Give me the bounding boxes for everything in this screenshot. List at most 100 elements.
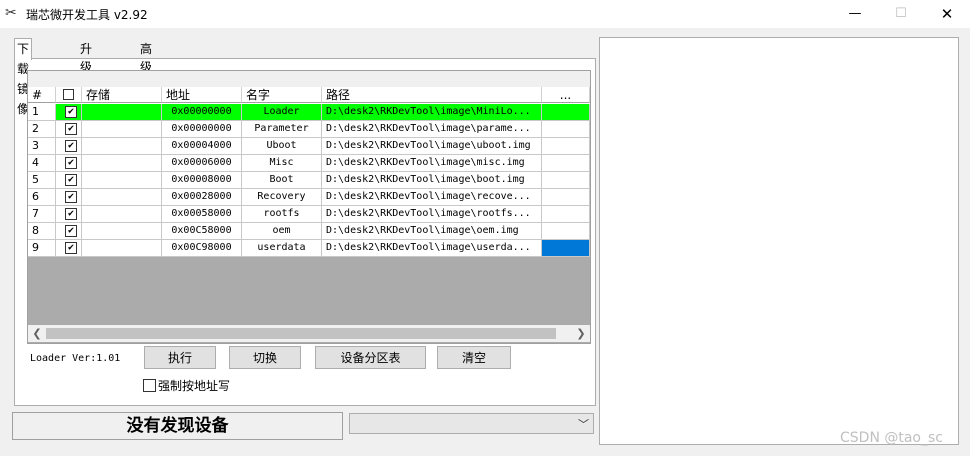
row-num-cell[interactable]: 7: [28, 206, 56, 223]
run-button[interactable]: 执行: [144, 346, 216, 369]
row-num-cell[interactable]: 4: [28, 155, 56, 172]
scroll-left-icon[interactable]: ❮: [30, 325, 44, 342]
table-row[interactable]: 8 ✔ 0x00C58000 oem D:\desk2\RKDevTool\image\…: [28, 223, 590, 240]
table-row[interactable]: 5 ✔ 0x00008000 Boot D:\desk2\RKDevTool\image…: [28, 172, 590, 189]
row-path-cell[interactable]: D:\desk2\RKDevTool\image\userda...: [322, 240, 542, 257]
clear-button[interactable]: 清空: [437, 346, 511, 369]
row-browse-cell[interactable]: [542, 138, 590, 155]
checkbox-icon[interactable]: ✔: [65, 174, 77, 186]
table-row[interactable]: 9 ✔ 0x00C98000 userdata D:\desk2\RKDevTool\i…: [28, 240, 590, 257]
row-checkbox-cell[interactable]: ✔: [56, 240, 82, 257]
scroll-right-icon[interactable]: ❯: [574, 325, 588, 342]
row-num-cell[interactable]: 9: [28, 240, 56, 257]
row-name-cell[interactable]: Recovery: [242, 189, 322, 206]
row-address-cell[interactable]: 0x00008000: [162, 172, 242, 189]
minimize-button[interactable]: —: [832, 0, 878, 28]
row-name-cell[interactable]: oem: [242, 223, 322, 240]
tab-advanced[interactable]: 高级功能: [138, 40, 154, 110]
row-path-cell[interactable]: D:\desk2\RKDevTool\image\rootfs...: [322, 206, 542, 223]
chevron-down-icon[interactable]: ﹀: [578, 416, 589, 432]
row-storage-cell[interactable]: [82, 223, 162, 240]
row-address-cell[interactable]: 0x00000000: [162, 104, 242, 121]
row-storage-cell[interactable]: [82, 206, 162, 223]
row-num-cell[interactable]: 8: [28, 223, 56, 240]
row-path-cell[interactable]: D:\desk2\RKDevTool\image\MiniLo...: [322, 104, 542, 121]
tab-download-image[interactable]: 下载镜像: [14, 38, 33, 116]
row-storage-cell[interactable]: [82, 104, 162, 121]
row-address-cell[interactable]: 0x00028000: [162, 189, 242, 206]
row-address-cell[interactable]: 0x00000000: [162, 121, 242, 138]
row-path-cell[interactable]: D:\desk2\RKDevTool\image\misc.img: [322, 155, 542, 172]
checkbox-icon[interactable]: ✔: [65, 106, 77, 118]
row-path-cell[interactable]: D:\desk2\RKDevTool\image\recove...: [322, 189, 542, 206]
table-row[interactable]: 6 ✔ 0x00028000 Recovery D:\desk2\RKDevTool\i…: [28, 189, 590, 206]
checkbox-icon[interactable]: ✔: [65, 225, 77, 237]
row-name-cell[interactable]: Parameter: [242, 121, 322, 138]
row-browse-cell[interactable]: [542, 223, 590, 240]
table-row[interactable]: 1 ✔ 0x00000000 Loader D:\desk2\RKDevTool\ima…: [28, 104, 590, 121]
row-browse-cell[interactable]: [542, 206, 590, 223]
row-address-cell[interactable]: 0x00C98000: [162, 240, 242, 257]
row-checkbox-cell[interactable]: ✔: [56, 206, 82, 223]
row-storage-cell[interactable]: [82, 121, 162, 138]
table-row[interactable]: 2 ✔ 0x00000000 Parameter D:\desk2\RKDevTool\…: [28, 121, 590, 138]
maximize-button[interactable]: ☐: [878, 0, 924, 28]
row-num-cell[interactable]: 3: [28, 138, 56, 155]
row-address-cell[interactable]: 0x00058000: [162, 206, 242, 223]
row-browse-cell[interactable]: [542, 189, 590, 206]
checkbox-icon[interactable]: ✔: [65, 208, 77, 220]
close-button[interactable]: ✕: [924, 0, 970, 28]
row-checkbox-cell[interactable]: ✔: [56, 138, 82, 155]
row-num-cell[interactable]: 5: [28, 172, 56, 189]
row-num-cell[interactable]: 1: [28, 104, 56, 121]
row-storage-cell[interactable]: [82, 172, 162, 189]
checkbox-icon[interactable]: ✔: [65, 140, 77, 152]
row-storage-cell[interactable]: [82, 155, 162, 172]
row-name-cell[interactable]: rootfs: [242, 206, 322, 223]
row-storage-cell[interactable]: [82, 240, 162, 257]
row-checkbox-cell[interactable]: ✔: [56, 189, 82, 206]
row-checkbox-cell[interactable]: ✔: [56, 155, 82, 172]
table-row[interactable]: 7 ✔ 0x00058000 rootfs D:\desk2\RKDevTool\ima…: [28, 206, 590, 223]
table-row[interactable]: 4 ✔ 0x00006000 Misc D:\desk2\RKDevTool\image…: [28, 155, 590, 172]
checkbox-icon[interactable]: ✔: [65, 242, 77, 254]
checkbox-icon[interactable]: [143, 379, 156, 392]
row-address-cell[interactable]: 0x00004000: [162, 138, 242, 155]
row-address-cell[interactable]: 0x00C58000: [162, 223, 242, 240]
checkbox-icon[interactable]: ✔: [65, 191, 77, 203]
table-row[interactable]: 3 ✔ 0x00004000 Uboot D:\desk2\RKDevTool\imag…: [28, 138, 590, 155]
header-check-all[interactable]: [56, 87, 82, 103]
row-browse-cell[interactable]: [542, 172, 590, 189]
horizontal-scrollbar[interactable]: ❮ ❯: [28, 325, 590, 342]
row-path-cell[interactable]: D:\desk2\RKDevTool\image\boot.img: [322, 172, 542, 189]
row-name-cell[interactable]: Misc: [242, 155, 322, 172]
row-path-cell[interactable]: D:\desk2\RKDevTool\image\oem.img: [322, 223, 542, 240]
row-num-cell[interactable]: 2: [28, 121, 56, 138]
row-checkbox-cell[interactable]: ✔: [56, 172, 82, 189]
scrollbar-thumb[interactable]: [46, 328, 556, 339]
row-browse-cell[interactable]: [542, 104, 590, 121]
row-address-cell[interactable]: 0x00006000: [162, 155, 242, 172]
partition-table-button[interactable]: 设备分区表: [315, 346, 426, 369]
row-name-cell[interactable]: Boot: [242, 172, 322, 189]
checkbox-icon[interactable]: ✔: [65, 157, 77, 169]
checkbox-icon[interactable]: ✔: [65, 123, 77, 135]
row-checkbox-cell[interactable]: ✔: [56, 223, 82, 240]
force-address-write-checkbox[interactable]: 强制按地址写: [143, 377, 230, 394]
row-browse-cell[interactable]: [542, 121, 590, 138]
row-name-cell[interactable]: Loader: [242, 104, 322, 121]
device-select[interactable]: ﹀: [349, 413, 594, 434]
row-name-cell[interactable]: Uboot: [242, 138, 322, 155]
row-browse-cell[interactable]: [542, 240, 590, 257]
row-checkbox-cell[interactable]: ✔: [56, 104, 82, 121]
row-checkbox-cell[interactable]: ✔: [56, 121, 82, 138]
row-storage-cell[interactable]: [82, 138, 162, 155]
switch-button[interactable]: 切换: [229, 346, 301, 369]
row-path-cell[interactable]: D:\desk2\RKDevTool\image\uboot.img: [322, 138, 542, 155]
row-path-cell[interactable]: D:\desk2\RKDevTool\image\parame...: [322, 121, 542, 138]
row-num-cell[interactable]: 6: [28, 189, 56, 206]
row-name-cell[interactable]: userdata: [242, 240, 322, 257]
row-storage-cell[interactable]: [82, 189, 162, 206]
row-browse-cell[interactable]: [542, 155, 590, 172]
tab-upgrade-firmware[interactable]: 升级固件: [78, 40, 94, 110]
